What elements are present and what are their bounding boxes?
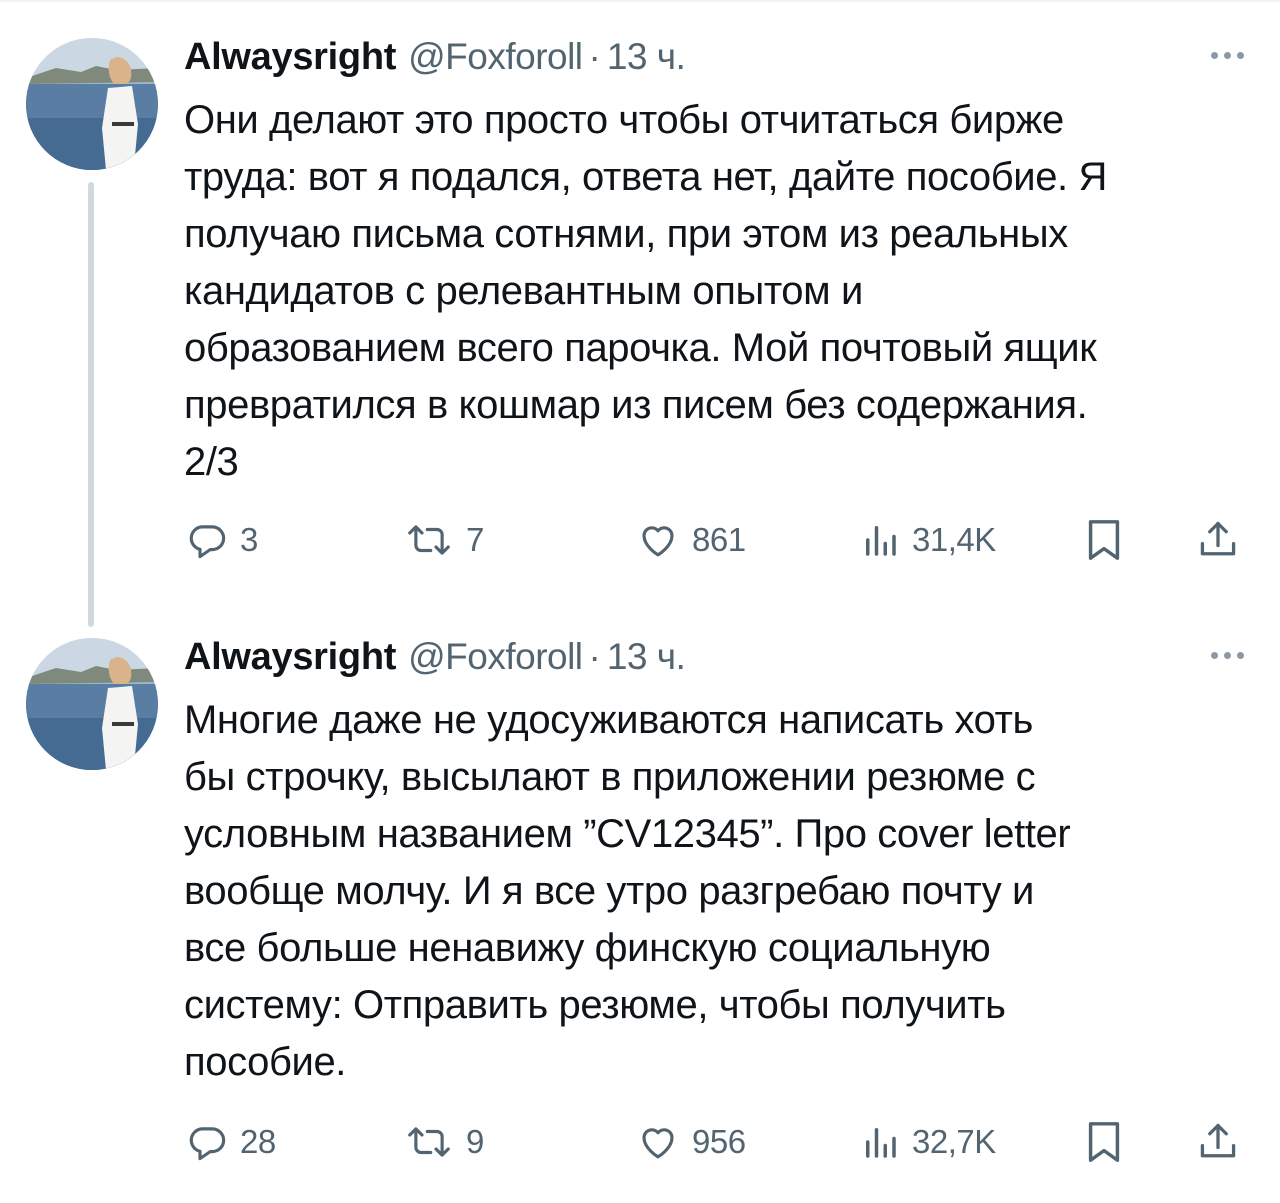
- reply-icon: [186, 519, 228, 561]
- views-button[interactable]: 32,7K: [860, 1112, 996, 1172]
- reply-count: 28: [240, 1123, 276, 1160]
- author-handle[interactable]: @Foxforoll: [408, 36, 583, 78]
- retweet-button[interactable]: 9: [404, 1112, 484, 1172]
- tweet-text: Многие даже не удосуживаются написать хо…: [184, 698, 1071, 1084]
- like-button[interactable]: 956: [636, 1112, 746, 1172]
- views-button[interactable]: 31,4K: [860, 510, 996, 570]
- reply-icon: [186, 1121, 228, 1163]
- like-count: 956: [692, 1123, 746, 1160]
- timestamp[interactable]: 13 ч.: [607, 36, 686, 78]
- more-icon[interactable]: [1211, 52, 1244, 59]
- bookmark-icon: [1084, 517, 1124, 563]
- bookmark-icon: [1084, 1119, 1124, 1165]
- reply-count: 3: [240, 521, 258, 558]
- share-icon: [1196, 1120, 1240, 1164]
- tweet[interactable]: Alwaysright @Foxforoll · 13 ч. Многие да…: [0, 600, 1280, 1203]
- bookmark-button[interactable]: [1084, 1112, 1124, 1172]
- like-icon: [636, 519, 680, 561]
- retweet-count: 7: [466, 521, 484, 558]
- like-icon: [636, 1121, 680, 1163]
- retweet-count: 9: [466, 1123, 484, 1160]
- tweet-header: Alwaysright @Foxforoll · 13 ч.: [184, 636, 686, 686]
- reply-button[interactable]: 28: [186, 1112, 276, 1172]
- separator: ·: [588, 36, 601, 77]
- tweet-header: Alwaysright @Foxforoll · 13 ч.: [184, 36, 686, 86]
- share-button[interactable]: [1196, 510, 1240, 570]
- avatar[interactable]: [26, 38, 158, 170]
- views-icon: [860, 519, 900, 561]
- author-name[interactable]: Alwaysright: [184, 636, 396, 679]
- retweet-button[interactable]: 7: [404, 510, 484, 570]
- avatar[interactable]: [26, 638, 158, 770]
- separator: ·: [588, 636, 601, 677]
- author-name[interactable]: Alwaysright: [184, 36, 396, 79]
- action-bar: 28 9 956 32,7K: [184, 1112, 1252, 1172]
- bookmark-button[interactable]: [1084, 510, 1124, 570]
- reply-button[interactable]: 3: [186, 510, 258, 570]
- share-icon: [1196, 518, 1240, 562]
- tweet[interactable]: Alwaysright @Foxforoll · 13 ч. Они делаю…: [0, 0, 1280, 600]
- like-count: 861: [692, 521, 746, 558]
- retweet-icon: [404, 1121, 454, 1163]
- author-handle[interactable]: @Foxforoll: [408, 636, 583, 678]
- share-button[interactable]: [1196, 1112, 1240, 1172]
- action-bar: 3 7 861 31,4K: [184, 510, 1252, 570]
- more-icon[interactable]: [1211, 652, 1244, 659]
- tweet-text: Они делают это просто чтобы отчитаться б…: [184, 98, 1107, 484]
- views-count: 32,7K: [912, 1123, 996, 1160]
- like-button[interactable]: 861: [636, 510, 746, 570]
- views-icon: [860, 1121, 900, 1163]
- views-count: 31,4K: [912, 521, 996, 558]
- timestamp[interactable]: 13 ч.: [607, 636, 686, 678]
- retweet-icon: [404, 519, 454, 561]
